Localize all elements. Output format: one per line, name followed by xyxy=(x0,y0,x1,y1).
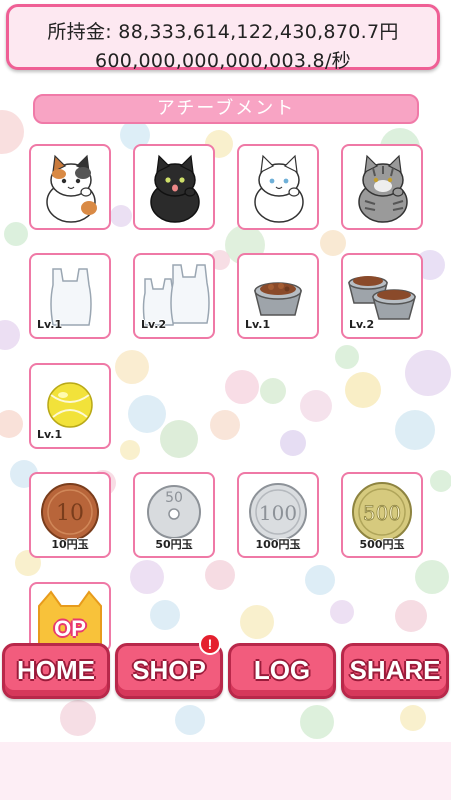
achievement-coin-50[interactable]: 50 50円玉 xyxy=(133,472,215,558)
money-per-second: 600,000,000,000,003.8/秒 xyxy=(95,50,351,72)
achievements-header: アチーブメント xyxy=(33,94,419,124)
black-cat-icon xyxy=(150,154,200,223)
money-panel: 所持金: 88,333,614,122,430,870.7円 600,000,0… xyxy=(6,4,440,72)
svg-text:50: 50 xyxy=(165,490,183,506)
achievement-plastic-bag[interactable]: Lv.1 xyxy=(29,253,111,339)
home-button[interactable]: HOME xyxy=(2,643,110,699)
shop-notification-badge: ! xyxy=(199,633,221,655)
op-label: OP xyxy=(54,616,86,641)
svg-text:500: 500 xyxy=(363,501,401,525)
achievement-black-cat[interactable] xyxy=(133,144,215,230)
coin-label: 10円玉 xyxy=(51,538,89,551)
achievement-coin-10[interactable]: 10 10円玉 xyxy=(29,472,111,558)
svg-text:100: 100 xyxy=(259,501,297,525)
achievement-calico-cat[interactable] xyxy=(29,144,111,230)
calico-cat-icon xyxy=(46,154,97,223)
achievement-white-cat[interactable] xyxy=(237,144,319,230)
item-level-label: Lv.2 xyxy=(349,318,375,331)
share-button[interactable]: SHARE xyxy=(341,643,449,699)
gray-tabby-cat-icon xyxy=(358,154,408,223)
coin-label: 50円玉 xyxy=(155,538,193,551)
log-button[interactable]: LOG xyxy=(228,643,336,699)
white-cat-icon xyxy=(254,154,304,223)
coin-label: 100円玉 xyxy=(255,538,301,551)
item-level-label: Lv.1 xyxy=(245,318,271,331)
achievement-yellow-ball[interactable]: Lv.1 xyxy=(29,363,111,449)
achievement-plastic-bags[interactable]: Lv.2 xyxy=(133,253,215,339)
achievement-cat-food-bowl[interactable]: Lv.1 xyxy=(237,253,319,339)
item-level-label: Lv.1 xyxy=(37,318,63,331)
svg-text:10: 10 xyxy=(56,501,84,526)
money-total: 所持金: 88,333,614,122,430,870.7円 xyxy=(47,21,399,43)
achievement-coin-100[interactable]: 100 100円玉 xyxy=(237,472,319,558)
achievement-op[interactable]: OP xyxy=(29,582,111,652)
achievement-cat-food-bowls[interactable]: Lv.2 xyxy=(341,253,423,339)
coin-label: 500円玉 xyxy=(359,538,405,551)
achievement-gray-tabby-cat[interactable] xyxy=(341,144,423,230)
item-level-label: Lv.2 xyxy=(141,318,167,331)
toy-level-label: Lv.1 xyxy=(37,428,63,441)
bottom-band xyxy=(0,742,451,800)
achievement-coin-500[interactable]: 500 500円玉 xyxy=(341,472,423,558)
